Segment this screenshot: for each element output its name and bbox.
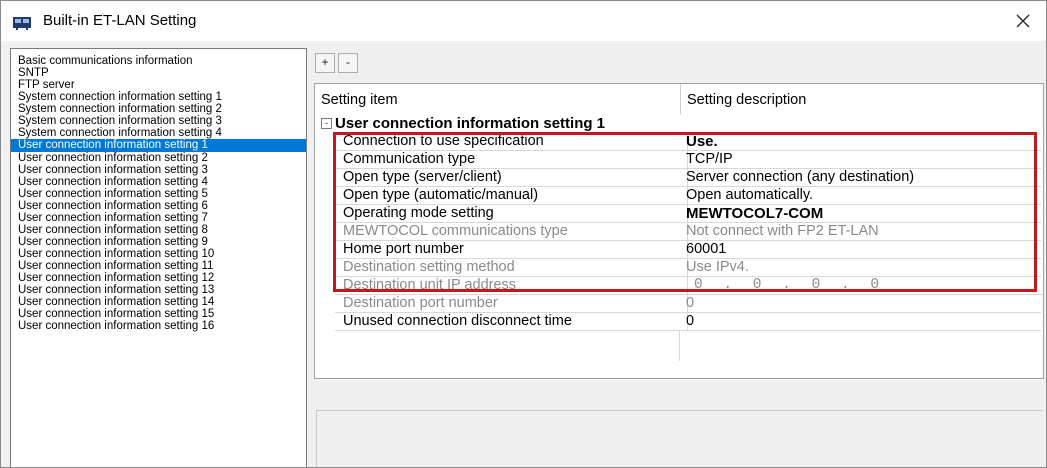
list-item-user-connection-8[interactable]: User connection information setting 8: [11, 224, 306, 236]
list-item-user-connection-16[interactable]: User connection information setting 16: [11, 320, 306, 332]
list-item-ftp-server[interactable]: FTP server: [11, 79, 306, 91]
empty-row: [315, 331, 1043, 361]
property-grid[interactable]: Setting item Setting description - User …: [314, 83, 1044, 379]
property-value[interactable]: Open automatically.: [680, 187, 1041, 205]
empty-cell: [335, 331, 680, 361]
property-row[interactable]: Communication type TCP/IP: [315, 151, 1043, 169]
property-row[interactable]: MEWTOCOL communications type Not connect…: [315, 223, 1043, 241]
list-item-user-connection-12[interactable]: User connection information setting 12: [11, 272, 306, 284]
list-item-system-connection-1[interactable]: System connection information setting 1: [11, 91, 306, 103]
property-value[interactable]: 0: [680, 313, 1041, 331]
property-name: Destination unit IP address: [335, 277, 688, 295]
window-title: Built-in ET-LAN Setting: [43, 12, 197, 29]
column-divider[interactable]: [680, 84, 681, 114]
column-header-setting-item: Setting item: [321, 92, 398, 108]
title-bar[interactable]: Built-in ET-LAN Setting: [1, 1, 1046, 41]
property-value[interactable]: TCP/IP: [680, 151, 1041, 169]
property-name: MEWTOCOL communications type: [335, 223, 688, 241]
collapse-all-button[interactable]: -: [338, 53, 358, 73]
list-item-user-connection-2[interactable]: User connection information setting 2: [11, 152, 306, 164]
list-item-user-connection-11[interactable]: User connection information setting 11: [11, 260, 306, 272]
list-item-user-connection-9[interactable]: User connection information setting 9: [11, 236, 306, 248]
property-row[interactable]: Connection to use specification Use.: [315, 133, 1043, 151]
property-value[interactable]: 60001: [680, 241, 1041, 259]
description-pane: [316, 410, 1043, 467]
property-name: Operating mode setting: [335, 205, 688, 223]
list-item-system-connection-2[interactable]: System connection information setting 2: [11, 103, 306, 115]
list-item-user-connection-5[interactable]: User connection information setting 5: [11, 188, 306, 200]
property-name: Home port number: [335, 241, 688, 259]
list-item-user-connection-6[interactable]: User connection information setting 6: [11, 200, 306, 212]
category-row[interactable]: - User connection information setting 1: [315, 114, 1043, 133]
property-value: Not connect with FP2 ET-LAN: [680, 223, 1041, 241]
list-item-user-connection-15[interactable]: User connection information setting 15: [11, 308, 306, 320]
list-item-user-connection-13[interactable]: User connection information setting 13: [11, 284, 306, 296]
property-row[interactable]: Home port number 60001: [315, 241, 1043, 259]
property-row[interactable]: Destination unit IP address 0 . 0 . 0 . …: [315, 277, 1043, 295]
property-row[interactable]: Open type (server/client) Server connect…: [315, 169, 1043, 187]
property-name: Unused connection disconnect time: [335, 313, 688, 331]
property-row[interactable]: Destination port number 0: [315, 295, 1043, 313]
built-in-et-lan-setting-window: Built-in ET-LAN Setting Basic communicat…: [0, 0, 1047, 468]
list-item-sntp[interactable]: SNTP: [11, 67, 306, 79]
list-item-system-connection-3[interactable]: System connection information setting 3: [11, 115, 306, 127]
column-header-setting-description: Setting description: [687, 92, 807, 108]
property-name: Open type (automatic/manual): [335, 187, 688, 205]
property-value[interactable]: Use.: [680, 133, 1041, 151]
category-label: User connection information setting 1: [335, 115, 606, 132]
list-item-basic-communications-information[interactable]: Basic communications information: [11, 55, 306, 67]
property-row[interactable]: Operating mode setting MEWTOCOL7-COM: [315, 205, 1043, 223]
list-item-system-connection-4[interactable]: System connection information setting 4: [11, 127, 306, 139]
close-icon: [1016, 14, 1030, 28]
property-name: Destination setting method: [335, 259, 688, 277]
property-name: Communication type: [335, 151, 688, 169]
grid-header: Setting item Setting description: [315, 84, 1043, 114]
ip-address-value: 0 . 0 . 0 . 0: [680, 277, 1043, 295]
property-value: 0: [680, 295, 1041, 313]
property-value[interactable]: MEWTOCOL7-COM: [680, 205, 1041, 223]
property-row[interactable]: Unused connection disconnect time 0: [315, 313, 1043, 331]
property-name: Open type (server/client): [335, 169, 688, 187]
property-row[interactable]: Destination setting method Use IPv4.: [315, 259, 1043, 277]
property-value: Use IPv4.: [680, 259, 1041, 277]
property-name: Connection to use specification: [335, 133, 688, 151]
collapse-toggle-icon[interactable]: -: [321, 118, 332, 129]
network-card-icon: [12, 14, 32, 30]
list-item-user-connection-1[interactable]: User connection information setting 1: [11, 139, 306, 152]
expand-all-button[interactable]: +: [315, 53, 335, 73]
list-item-user-connection-4[interactable]: User connection information setting 4: [11, 176, 306, 188]
property-name: Destination port number: [335, 295, 688, 313]
close-button[interactable]: [1006, 5, 1040, 37]
list-item-user-connection-7[interactable]: User connection information setting 7: [11, 212, 306, 224]
property-value[interactable]: Server connection (any destination): [680, 169, 1041, 187]
list-item-user-connection-3[interactable]: User connection information setting 3: [11, 164, 306, 176]
list-item-user-connection-14[interactable]: User connection information setting 14: [11, 296, 306, 308]
property-rows: Connection to use specification Use. Com…: [315, 133, 1043, 361]
list-item-user-connection-10[interactable]: User connection information setting 10: [11, 248, 306, 260]
settings-category-list[interactable]: Basic communications information SNTP FT…: [10, 48, 307, 467]
property-row[interactable]: Open type (automatic/manual) Open automa…: [315, 187, 1043, 205]
